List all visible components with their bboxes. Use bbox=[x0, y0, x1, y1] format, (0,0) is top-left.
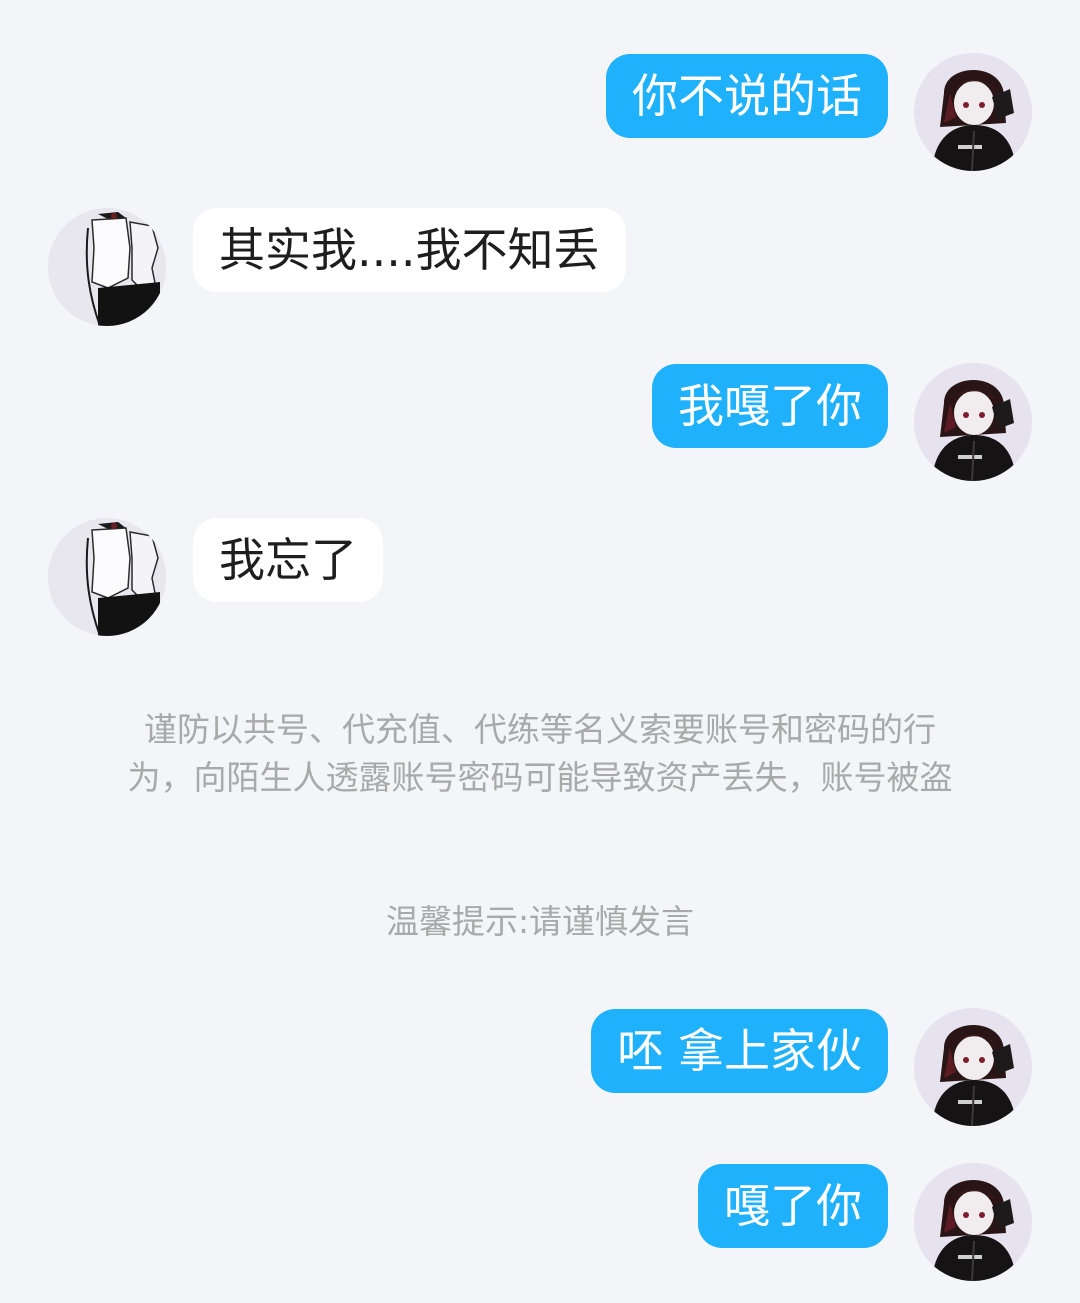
security-notice-line: 谨防以共号、代充值、代练等名义索要账号和密码的行 bbox=[144, 710, 936, 749]
my-avatar-icon[interactable] bbox=[914, 1008, 1032, 1126]
outgoing-message-bubble[interactable]: 嘎了你 bbox=[698, 1164, 888, 1248]
incoming-message-bubble[interactable]: 我忘了 bbox=[193, 518, 383, 602]
peer-avatar-icon[interactable] bbox=[48, 208, 166, 326]
incoming-message-bubble[interactable]: 其实我....我不知丢 bbox=[193, 208, 626, 292]
outgoing-message-bubble[interactable]: 你不说的话 bbox=[606, 54, 888, 138]
outgoing-message-bubble[interactable]: 我嘎了你 bbox=[652, 364, 888, 448]
my-avatar-icon[interactable] bbox=[914, 363, 1032, 481]
my-avatar-icon[interactable] bbox=[914, 1163, 1032, 1281]
outgoing-message-bubble[interactable]: 呸 拿上家伙 bbox=[591, 1009, 888, 1093]
security-notice-line: 为，向陌生人透露账号密码可能导致资产丢失，账号被盗 bbox=[127, 758, 953, 797]
my-avatar-icon[interactable] bbox=[914, 53, 1032, 171]
reminder-text: 温馨提示:请谨慎发言 bbox=[385, 902, 695, 941]
peer-avatar-icon[interactable] bbox=[48, 518, 166, 636]
security-notice: 谨防以共号、代充值、代练等名义索要账号和密码的行 为，向陌生人透露账号密码可能导… bbox=[0, 706, 1080, 802]
chat-area[interactable]: 你不说的话 其实我....我不知丢 我嘎了你 我忘了 谨防以共号、代充值、代练等… bbox=[0, 0, 1080, 1303]
